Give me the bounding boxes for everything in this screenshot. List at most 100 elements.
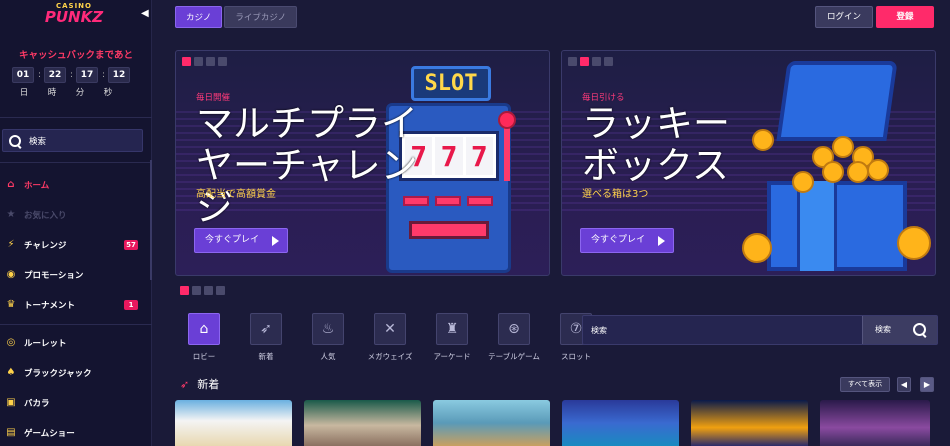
divider: [0, 324, 152, 325]
tab-live-casino[interactable]: ライブカジノ: [224, 6, 298, 28]
cashback-title: キャッシュバックまであと: [19, 50, 133, 61]
category-table-games[interactable]: ⊛ テーブルゲーム: [485, 313, 543, 362]
category-lobby[interactable]: ⌂ ロビー: [175, 313, 233, 362]
carousel-dot[interactable]: [216, 286, 225, 295]
cashback-timer: 01: 22: 17: 12: [12, 67, 130, 83]
banner-window-dots: [568, 57, 613, 66]
carousel-dot[interactable]: [192, 286, 201, 295]
sidebar-item-label: ブラックジャック: [24, 369, 92, 379]
invader-icon: ♜: [436, 313, 468, 345]
category-arcade[interactable]: ♜ アーケード: [423, 313, 481, 362]
expand-icon: ✕: [374, 313, 406, 345]
cards-icon: ♠: [6, 367, 16, 378]
reel-3: 7: [465, 137, 493, 175]
product-tabs: カジノ ライブカジノ: [175, 6, 298, 28]
promo-banner-multiplier[interactable]: SLOT 7 7 7 毎日開催 マルチプライヤーチャレンジ 高配当で高額賞金 今…: [175, 50, 550, 276]
sidebar-item-blackjack[interactable]: ♠ ブラックジャック: [0, 363, 152, 383]
coin-icon: ◉: [6, 269, 16, 280]
tab-casino[interactable]: カジノ: [175, 6, 223, 28]
game-thumbnail[interactable]: [304, 400, 421, 446]
baccarat-icon: ▣: [6, 397, 16, 408]
slot-sign: SLOT: [411, 66, 491, 101]
unit-seconds: 秒: [103, 88, 113, 98]
game-thumbnail[interactable]: [562, 400, 679, 446]
search-button-label: 検索: [875, 325, 891, 334]
category-label: 新着: [258, 352, 274, 361]
sidebar-item-gameshow[interactable]: ▤ ゲームショー: [0, 423, 152, 443]
banner-title: マルチプライヤーチャレンジ: [196, 102, 418, 229]
challenge-badge: 57: [124, 240, 138, 250]
sidebar-item-label: ゲームショー: [24, 429, 75, 439]
search-icon: [913, 323, 927, 337]
logo[interactable]: CASINO PUNKZ: [44, 2, 104, 26]
divider: [0, 162, 152, 163]
banner-description: 高配当で高額賞金: [196, 189, 276, 200]
next-arrow-icon[interactable]: ▶: [920, 377, 934, 392]
category-new[interactable]: ➶ 新着: [237, 313, 295, 362]
game-thumbnail[interactable]: [820, 400, 930, 446]
game-thumbnail[interactable]: [433, 400, 550, 446]
sidebar-item-baccarat[interactable]: ▣ バカラ: [0, 393, 152, 413]
rocket-icon: ➶: [180, 377, 190, 391]
carousel-dot[interactable]: [204, 286, 213, 295]
new-games-row: [175, 400, 930, 446]
divider: [0, 117, 152, 118]
sidebar-item-label: プロモーション: [24, 271, 84, 281]
play-now-button[interactable]: 今すぐプレイ: [580, 228, 674, 253]
unit-days: 日: [19, 88, 29, 98]
category-label: アーケード: [433, 352, 471, 361]
play-now-button[interactable]: 今すぐプレイ: [194, 228, 288, 253]
category-label: ロビー: [192, 352, 216, 361]
reel-2: 7: [435, 137, 463, 175]
lightning-icon: ⚡: [7, 239, 15, 250]
login-button[interactable]: ログイン: [815, 6, 873, 28]
section-new-header: ➶ 新着: [180, 376, 219, 392]
game-search[interactable]: 検索 検索: [582, 315, 938, 345]
search-input[interactable]: 検索: [591, 325, 607, 336]
sidebar-item-label: バカラ: [24, 399, 50, 409]
trophy-icon: ♛: [6, 299, 16, 310]
sidebar-item-label: ホーム: [24, 181, 50, 191]
game-thumbnail[interactable]: [691, 400, 808, 446]
sidebar-item-roulette[interactable]: ◎ ルーレット: [0, 333, 152, 353]
carousel-dot[interactable]: [180, 286, 189, 295]
category-bar: ⌂ ロビー ➶ 新着 ♨ 人気 ✕ メガウェイズ ♜ アーケード ⊛ テーブルゲ…: [175, 313, 609, 362]
unit-minutes: 分: [75, 88, 85, 98]
play-arrow-icon: [658, 236, 665, 246]
carousel-pagination: [180, 286, 225, 295]
sidebar-item-tournament[interactable]: ♛ トーナメント 1: [0, 295, 152, 315]
home-icon: ⌂: [7, 179, 15, 190]
banner-window-dots: [182, 57, 227, 66]
sidebar-search-label: 検索: [29, 136, 47, 147]
category-label: スロット: [561, 352, 591, 361]
show-all-button[interactable]: すべて表示: [840, 377, 890, 392]
collapse-sidebar-icon[interactable]: ◀: [141, 8, 149, 20]
sidebar-item-label: ルーレット: [24, 339, 67, 349]
sidebar-item-label: お気に入り: [24, 211, 67, 221]
sidebar-item-home[interactable]: ⌂ ホーム: [0, 175, 152, 195]
promo-banner-lucky-box[interactable]: 毎日引ける ラッキーボックス 選べる箱は3つ 今すぐプレイ: [561, 50, 936, 276]
sidebar-scrollbar[interactable]: [150, 160, 152, 280]
home-icon: ⌂: [188, 313, 220, 345]
register-button[interactable]: 登録: [876, 6, 934, 28]
sidebar: CASINO PUNKZ ◀ キャッシュバックまであと 01: 22: 17: …: [0, 0, 152, 446]
game-thumbnail[interactable]: [175, 400, 292, 446]
fire-icon: ♨: [312, 313, 344, 345]
roulette-icon: ◎: [6, 337, 16, 348]
sidebar-item-favorites[interactable]: ★ お気に入り: [0, 205, 152, 225]
sidebar-item-challenge[interactable]: ⚡ チャレンジ 57: [0, 235, 152, 255]
banner-description: 選べる箱は3つ: [582, 189, 649, 200]
gameshow-icon: ▤: [6, 427, 16, 438]
play-arrow-icon: [272, 236, 279, 246]
treasure-chest-illustration: [737, 61, 935, 275]
category-megaways[interactable]: ✕ メガウェイズ: [361, 313, 419, 362]
banner-title: ラッキーボックス: [582, 102, 730, 187]
rocket-icon: ➶: [250, 313, 282, 345]
sidebar-search[interactable]: 検索: [2, 129, 143, 152]
category-popular[interactable]: ♨ 人気: [299, 313, 357, 362]
sidebar-item-label: トーナメント: [24, 301, 76, 311]
sidebar-item-promotion[interactable]: ◉ プロモーション: [0, 265, 152, 285]
search-button[interactable]: 検索: [862, 316, 937, 344]
chip-icon: ⊛: [498, 313, 530, 345]
prev-arrow-icon[interactable]: ◀: [897, 377, 911, 392]
